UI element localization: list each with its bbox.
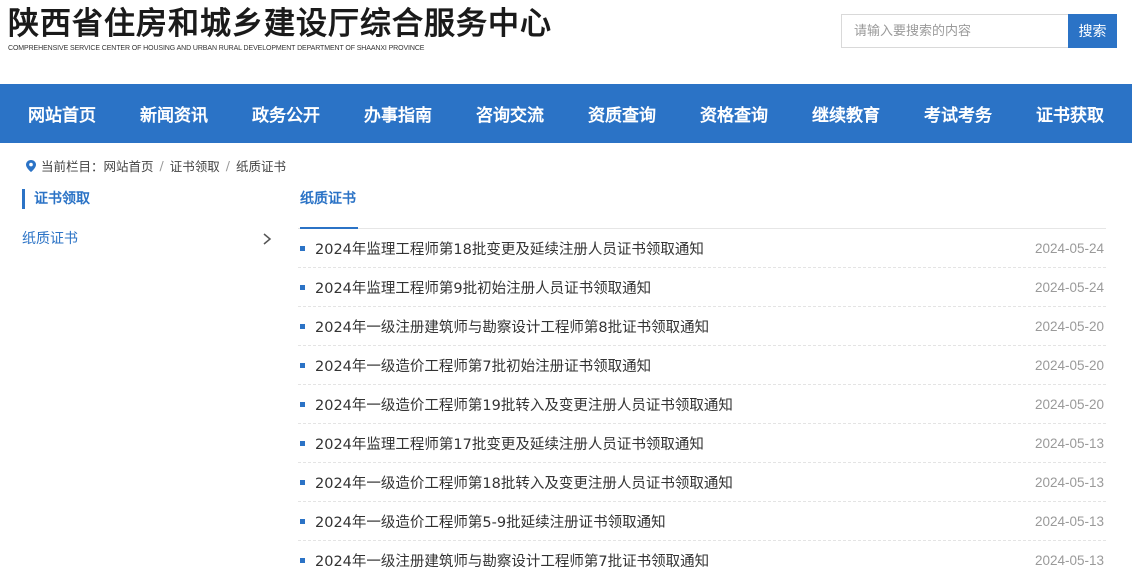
nav-item-news[interactable]: 新闻资讯 — [120, 101, 228, 126]
news-date: 2024-05-13 — [1034, 513, 1104, 529]
breadcrumb-separator: / — [225, 157, 230, 173]
news-date: 2024-05-20 — [1034, 318, 1104, 334]
breadcrumb: 当前栏目： 网站首页 / 证书领取 / 纸质证书 — [0, 143, 1132, 187]
square-bullet-icon — [300, 401, 305, 407]
list-item[interactable]: 2024年监理工程师第17批变更及延续注册人员证书领取通知 2024-05-13 — [298, 424, 1106, 463]
site-logo[interactable]: 陕西省住房和城乡建设厅综合服务中心 COMPREHENSIVE SERVICE … — [8, 6, 552, 52]
square-bullet-icon — [300, 362, 305, 368]
square-bullet-icon — [300, 479, 305, 485]
search-button[interactable]: 搜索 — [1068, 14, 1117, 48]
nav-item-certificates[interactable]: 证书获取 — [1016, 101, 1124, 126]
news-title[interactable]: 2024年一级造价工程师第7批初始注册证书领取通知 — [315, 355, 651, 376]
main-nav: 网站首页 新闻资讯 政务公开 办事指南 咨询交流 资质查询 资格查询 继续教育 … — [0, 84, 1132, 143]
main-area: 证书领取 纸质证书 纸质证书 2024年监理工程师第18批变更及延续注册人员证书… — [0, 187, 1132, 575]
search-input[interactable] — [841, 14, 1068, 48]
news-title[interactable]: 2024年一级造价工程师第5-9批延续注册证书领取通知 — [315, 511, 666, 532]
square-bullet-icon — [300, 245, 305, 251]
breadcrumb-separator: / — [159, 157, 164, 173]
list-item[interactable]: 2024年一级造价工程师第18批转入及变更注册人员证书领取通知 2024-05-… — [298, 463, 1106, 502]
list-item[interactable]: 2024年一级注册建筑师与勘察设计工程师第8批证书领取通知 2024-05-20 — [298, 307, 1106, 346]
news-title[interactable]: 2024年一级注册建筑师与勘察设计工程师第7批证书领取通知 — [315, 550, 709, 571]
nav-item-consult[interactable]: 咨询交流 — [456, 101, 564, 126]
nav-item-credential-query[interactable]: 资格查询 — [680, 101, 788, 126]
location-pin-icon — [26, 160, 36, 172]
list-item[interactable]: 2024年监理工程师第9批初始注册人员证书领取通知 2024-05-24 — [298, 268, 1106, 307]
nav-item-public-affairs[interactable]: 政务公开 — [232, 101, 340, 126]
square-bullet-icon — [300, 323, 305, 329]
news-title[interactable]: 2024年监理工程师第9批初始注册人员证书领取通知 — [315, 277, 651, 298]
sidebar-item-label: 纸质证书 — [22, 231, 78, 247]
news-list: 2024年监理工程师第18批变更及延续注册人员证书领取通知 2024-05-24… — [298, 229, 1106, 575]
list-item[interactable]: 2024年一级造价工程师第19批转入及变更注册人员证书领取通知 2024-05-… — [298, 385, 1106, 424]
square-bullet-icon — [300, 558, 305, 563]
breadcrumb-current[interactable]: 纸质证书 — [236, 156, 286, 175]
news-title[interactable]: 2024年监理工程师第18批变更及延续注册人员证书领取通知 — [315, 238, 704, 259]
news-title[interactable]: 2024年一级造价工程师第19批转入及变更注册人员证书领取通知 — [315, 394, 733, 415]
nav-item-education[interactable]: 继续教育 — [792, 101, 900, 126]
nav-item-home[interactable]: 网站首页 — [8, 101, 116, 126]
news-date: 2024-05-24 — [1034, 240, 1104, 256]
tab-paper-certificate[interactable]: 纸质证书 — [300, 187, 358, 229]
news-title[interactable]: 2024年一级造价工程师第18批转入及变更注册人员证书领取通知 — [315, 472, 733, 493]
news-title[interactable]: 2024年一级注册建筑师与勘察设计工程师第8批证书领取通知 — [315, 316, 709, 337]
square-bullet-icon — [300, 440, 305, 446]
list-item[interactable]: 2024年一级造价工程师第7批初始注册证书领取通知 2024-05-20 — [298, 346, 1106, 385]
search-bar: 搜索 — [841, 14, 1117, 48]
news-date: 2024-05-13 — [1034, 474, 1104, 490]
square-bullet-icon — [300, 518, 305, 524]
content-panel: 纸质证书 2024年监理工程师第18批变更及延续注册人员证书领取通知 2024-… — [298, 187, 1106, 575]
news-date: 2024-05-20 — [1034, 396, 1104, 412]
site-title: 陕西省住房和城乡建设厅综合服务中心 — [8, 6, 552, 42]
breadcrumb-link-certificate[interactable]: 证书领取 — [170, 156, 220, 175]
nav-item-exams[interactable]: 考试考务 — [904, 101, 1012, 126]
square-bullet-icon — [300, 284, 305, 290]
list-item[interactable]: 2024年监理工程师第18批变更及延续注册人员证书领取通知 2024-05-24 — [298, 229, 1106, 268]
news-date: 2024-05-13 — [1034, 435, 1104, 451]
news-title[interactable]: 2024年监理工程师第17批变更及延续注册人员证书领取通知 — [315, 433, 704, 454]
sidebar-title: 证书领取 — [22, 189, 276, 209]
nav-item-guide[interactable]: 办事指南 — [344, 101, 452, 126]
sidebar: 证书领取 纸质证书 — [22, 187, 276, 251]
site-header: 陕西省住房和城乡建设厅综合服务中心 COMPREHENSIVE SERVICE … — [0, 0, 1132, 84]
nav-item-qualification-query[interactable]: 资质查询 — [568, 101, 676, 126]
site-subtitle: COMPREHENSIVE SERVICE CENTER OF HOUSING … — [8, 45, 425, 52]
chevron-right-icon — [263, 233, 272, 245]
news-date: 2024-05-20 — [1034, 357, 1104, 373]
sidebar-item-paper-certificate[interactable]: 纸质证书 — [22, 227, 276, 251]
news-date: 2024-05-24 — [1034, 279, 1104, 295]
news-date: 2024-05-13 — [1034, 553, 1104, 568]
list-item[interactable]: 2024年一级注册建筑师与勘察设计工程师第7批证书领取通知 2024-05-13 — [298, 541, 1106, 575]
breadcrumb-prefix: 当前栏目： — [41, 158, 104, 174]
content-header: 纸质证书 — [298, 187, 1106, 229]
breadcrumb-link-home[interactable]: 网站首页 — [104, 156, 154, 175]
list-item[interactable]: 2024年一级造价工程师第5-9批延续注册证书领取通知 2024-05-13 — [298, 502, 1106, 541]
